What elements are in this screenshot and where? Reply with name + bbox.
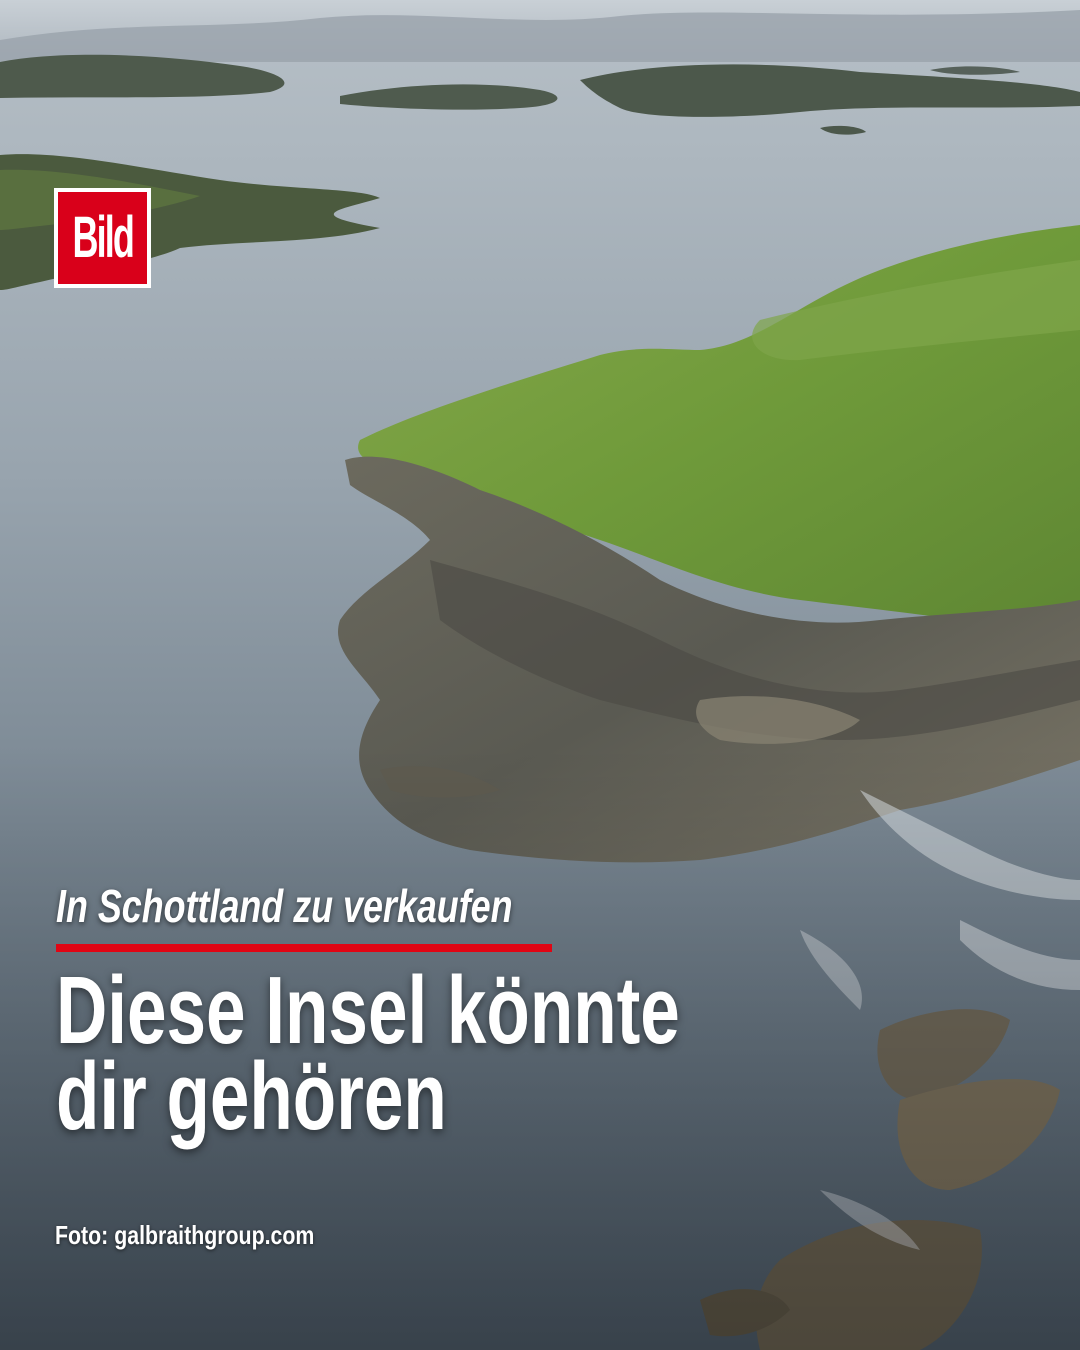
bild-logo: Bild (54, 188, 151, 288)
post-canvas: Bild In Schottland zu verkaufen Diese In… (0, 0, 1080, 1350)
headline-line-2: dir gehören (56, 1043, 447, 1150)
headline-block: In Schottland zu verkaufen Diese Insel k… (56, 878, 956, 1150)
headline-line-1: Diese Insel könnte (56, 957, 680, 1064)
headline: Diese Insel könnte dir gehören (56, 957, 833, 1150)
kicker: In Schottland zu verkaufen (56, 880, 513, 932)
bild-logo-text: Bild (72, 205, 134, 270)
red-divider (56, 944, 552, 952)
photo-credit: Foto: galbraithgroup.com (55, 1220, 315, 1250)
